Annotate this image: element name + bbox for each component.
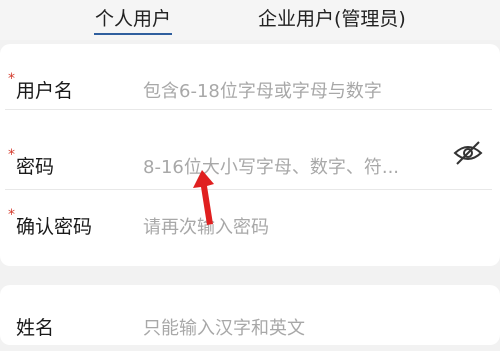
name-row: 姓名 只能输入汉字和英文 [0,285,500,351]
confirm-password-row: * 确认密码 请再次输入密码 [0,190,500,256]
confirm-password-label: 确认密码 [16,216,93,238]
account-type-tabs: 个人用户 企业用户(管理员) [0,0,500,40]
active-tab-indicator [94,33,172,35]
required-mark: * [8,147,15,163]
eye-off-icon[interactable] [453,140,483,166]
required-mark: * [8,207,15,223]
name-label: 姓名 [16,317,55,339]
username-row: * 用户名 包含6-18位字母或字母与数字 [0,44,500,110]
registration-form-card: * 用户名 包含6-18位字母或字母与数字 * 密码 8-16位大小写字母、数字… [0,44,500,266]
tab-enterprise-user[interactable]: 企业用户(管理员) [258,4,406,31]
divider [5,109,492,110]
tab-personal-user[interactable]: 个人用户 [95,4,171,31]
name-input[interactable]: 只能输入汉字和英文 [143,314,305,340]
password-input[interactable]: 8-16位大小写字母、数字、符... [143,153,399,179]
username-label: 用户名 [16,80,74,102]
required-mark: * [8,71,15,87]
password-label: 密码 [16,156,55,178]
username-input[interactable]: 包含6-18位字母或字母与数字 [143,77,382,103]
red-arrow-icon [193,170,214,225]
password-row: * 密码 8-16位大小写字母、数字、符... [0,124,500,190]
name-form-card: 姓名 只能输入汉字和英文 [0,285,500,345]
